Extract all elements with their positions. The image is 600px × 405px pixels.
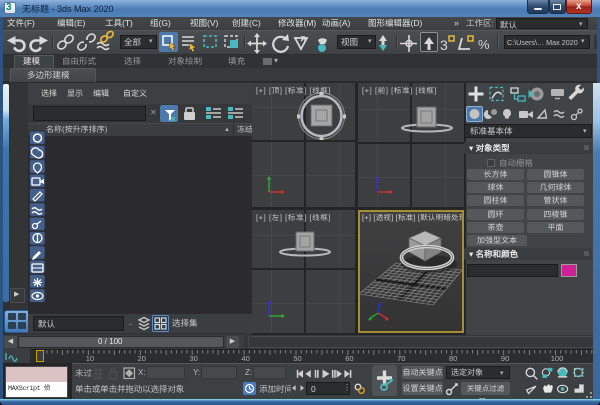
svg-text:3: 3 — [440, 37, 448, 53]
svg-text:%: % — [478, 37, 490, 52]
